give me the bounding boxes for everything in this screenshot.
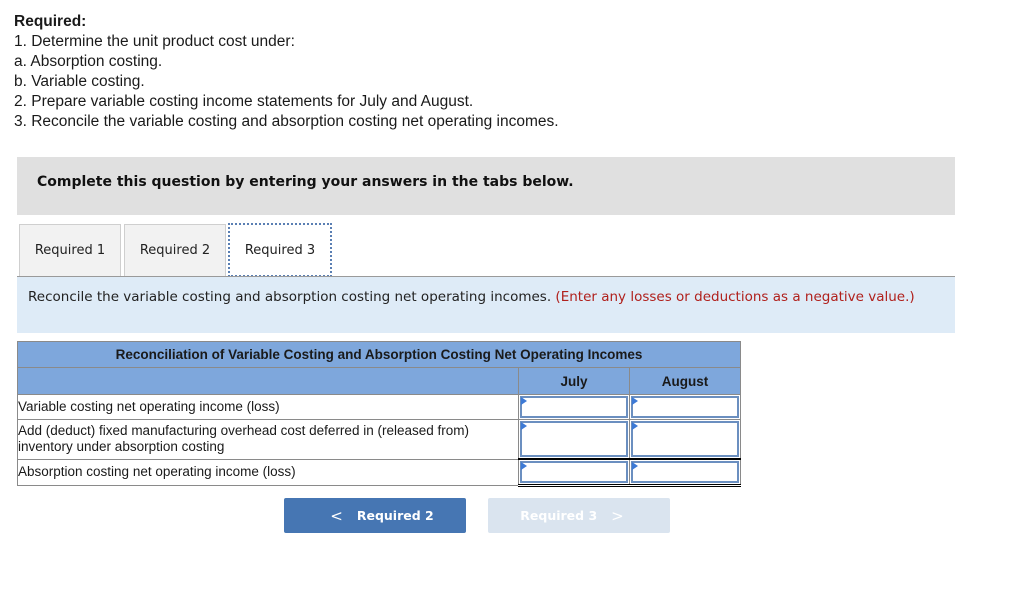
- question-prompt: Reconcile the variable costing and absor…: [17, 277, 955, 333]
- requirement-item: 3. Reconcile the variable costing and ab…: [14, 113, 559, 130]
- requirement-item: a. Absorption costing.: [14, 53, 163, 70]
- next-button-label: Required 3: [520, 508, 598, 523]
- table-row: Add (deduct) fixed manufacturing overhea…: [17, 419, 741, 460]
- requirement-item: b. Variable costing.: [14, 73, 145, 90]
- row-label: Add (deduct) fixed manufacturing overhea…: [17, 419, 519, 460]
- prev-button-label: Required 2: [356, 508, 434, 523]
- requirements-block: Required: 1. Determine the unit product …: [14, 12, 559, 132]
- reconciliation-table: Reconciliation of Variable Costing and A…: [17, 341, 741, 487]
- next-required-3-button[interactable]: Required 3 >: [488, 498, 670, 533]
- chevron-left-icon: <: [330, 506, 343, 525]
- header-july: July: [518, 367, 630, 395]
- header-august: August: [629, 367, 741, 395]
- tab-required-1[interactable]: Required 1: [19, 224, 121, 276]
- requirement-item: 1. Determine the unit product cost under…: [14, 33, 295, 50]
- august-variable-noi-input[interactable]: [631, 396, 739, 418]
- july-fixed-overhead-deferred-input[interactable]: [520, 421, 628, 457]
- august-absorption-noi-input[interactable]: [631, 461, 739, 483]
- table-row: Absorption costing net operating income …: [17, 458, 741, 487]
- tab-required-2[interactable]: Required 2: [124, 224, 226, 276]
- header-blank: [17, 367, 519, 395]
- prev-required-2-button[interactable]: < Required 2: [284, 498, 466, 533]
- tab-required-3[interactable]: Required 3: [228, 223, 332, 277]
- table-caption: Reconciliation of Variable Costing and A…: [17, 341, 741, 368]
- table-row: Variable costing net operating income (l…: [17, 394, 741, 420]
- july-variable-noi-input[interactable]: [520, 396, 628, 418]
- row-label: Variable costing net operating income (l…: [17, 394, 519, 420]
- instruction-bar: Complete this question by entering your …: [17, 157, 955, 215]
- requirement-item: 2. Prepare variable costing income state…: [14, 93, 474, 110]
- prompt-note: (Enter any losses or deductions as a neg…: [555, 289, 915, 305]
- requirements-title: Required:: [14, 13, 87, 30]
- chevron-right-icon: >: [611, 506, 624, 525]
- july-absorption-noi-input[interactable]: [520, 461, 628, 483]
- prompt-text: Reconcile the variable costing and absor…: [28, 289, 552, 305]
- row-label: Absorption costing net operating income …: [17, 458, 519, 486]
- instruction-text: Complete this question by entering your …: [37, 174, 574, 190]
- august-fixed-overhead-deferred-input[interactable]: [631, 421, 739, 457]
